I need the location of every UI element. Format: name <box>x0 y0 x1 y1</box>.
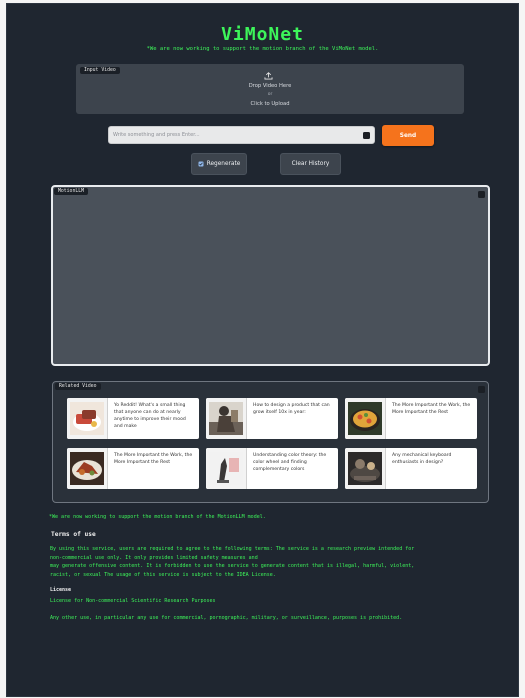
drop-text: Drop Video Here <box>248 83 292 89</box>
license-title: License <box>50 587 72 593</box>
other-use-text: Any other use, in particular any use for… <box>50 615 403 621</box>
related-card-4-text: The More Important the Work, the More Im… <box>114 453 193 465</box>
upload-icon <box>264 72 273 80</box>
terms-text: By using this service, users are require… <box>50 545 480 579</box>
or-text: or <box>267 92 273 97</box>
app-page: ViMoNet *We are now working to support t… <box>6 3 519 697</box>
terms-line-4: racist, or sexual The usage of this serv… <box>50 571 276 578</box>
chatbot-label: MotionLLM <box>54 188 88 195</box>
related-card-5[interactable]: Understanding color theory: the color wh… <box>206 448 338 489</box>
regenerate-icon <box>198 161 204 167</box>
related-card-6-text: Any mechanical keyboard enthusiasts in d… <box>392 453 452 465</box>
food-plate-thumbnail <box>67 398 108 439</box>
related-card-6[interactable]: Any mechanical keyboard enthusiasts in d… <box>345 448 477 489</box>
page-title: ViMoNet <box>221 24 304 45</box>
chatbot-panel: MotionLLM <box>51 185 490 366</box>
related-card-1-text: Yo Reddit! What's a small thing that any… <box>114 403 186 429</box>
terms-title: Terms of use <box>51 531 96 538</box>
terms-line-3: may generate offensive content. It is fo… <box>50 563 415 569</box>
related-card-3[interactable]: The More Important the Work, the More Im… <box>345 398 477 439</box>
license-text: License for Non-commercial Scientific Re… <box>50 598 216 604</box>
chat-input-box <box>108 126 375 144</box>
sculpture-thumbnail <box>206 448 247 489</box>
regenerate-label: Regenerate <box>206 161 241 167</box>
related-card-5-text: Understanding color theory: the color wh… <box>253 453 327 472</box>
paella-thumbnail <box>345 398 386 439</box>
upload-label: Input Video <box>80 67 120 74</box>
statue-thumbnail <box>206 398 247 439</box>
footer-note: *We are now working to support the motio… <box>49 514 266 520</box>
regenerate-button[interactable]: Regenerate <box>191 153 247 175</box>
related-card-4[interactable]: The More Important the Work, the More Im… <box>67 448 199 489</box>
chat-input[interactable] <box>113 129 358 141</box>
related-label: Related Video <box>55 383 101 390</box>
clear-history-label: Clear History <box>291 161 330 167</box>
related-card-3-text: The More Important the Work, the More Im… <box>392 403 471 415</box>
terms-line-1: By using this service, users are require… <box>50 546 415 552</box>
related-card-1[interactable]: Yo Reddit! What's a small thing that any… <box>67 398 199 439</box>
chatbot-menu-icon[interactable] <box>478 191 485 198</box>
send-button[interactable]: Send <box>382 125 434 146</box>
related-card-2[interactable]: How to design a product that can grow it… <box>206 398 338 439</box>
related-menu-icon[interactable] <box>478 386 485 393</box>
page-subtitle: *We are now working to support the motio… <box>146 46 379 52</box>
click-upload-text: Click to Upload <box>250 101 290 107</box>
video-upload-dropzone[interactable]: Input Video Drop Video Here or Click to … <box>76 64 464 114</box>
stop-icon[interactable] <box>363 132 370 139</box>
clear-history-button[interactable]: Clear History <box>280 153 341 175</box>
related-card-2-text: How to design a product that can grow it… <box>253 403 330 415</box>
food-plate-2-thumbnail <box>67 448 108 489</box>
related-videos-panel: Related Video Yo Reddit! What's a small … <box>52 381 489 503</box>
cafe-thumbnail <box>345 448 386 489</box>
terms-line-2: non-commercial use only. It only provide… <box>50 554 258 561</box>
